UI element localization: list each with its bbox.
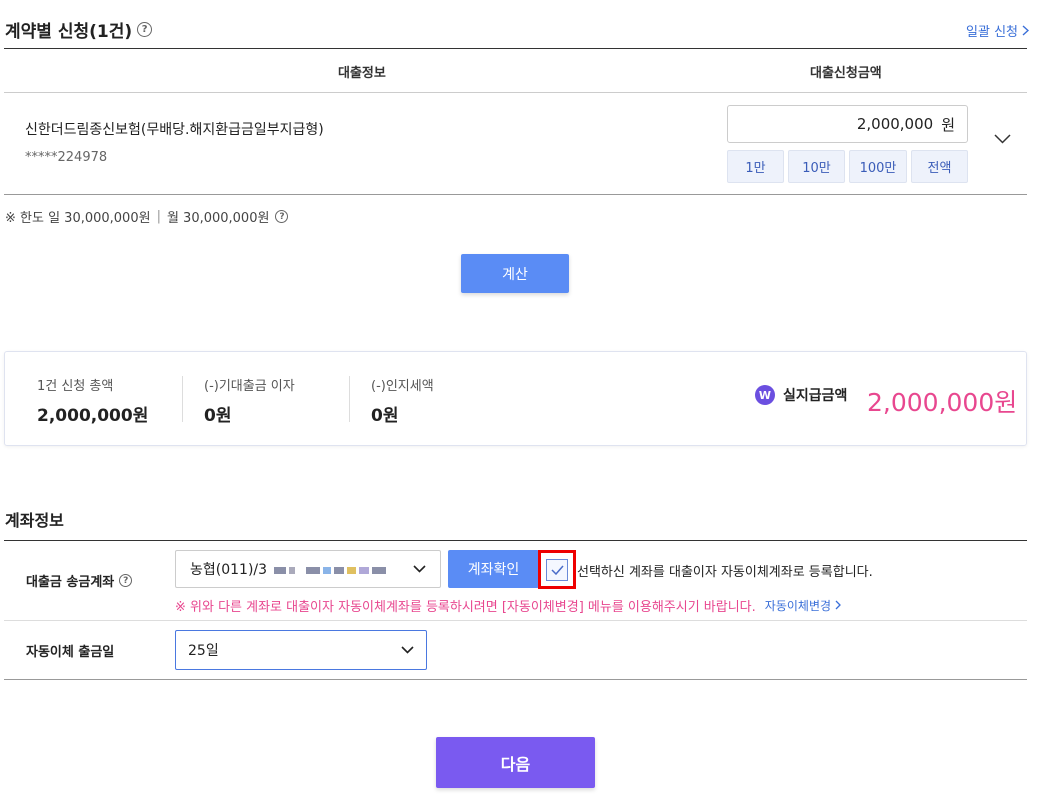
- quick-1m-button[interactable]: 100만: [849, 150, 907, 183]
- limit-note: ※ 한도 일 30,000,000원 | 월 30,000,000원 ?: [5, 207, 289, 226]
- net-payment: W 실지급금액: [755, 385, 847, 405]
- highlight-box: [538, 550, 576, 589]
- autodebit-day-value: 25일: [188, 643, 219, 659]
- total-value: 2,000,000원: [37, 406, 149, 426]
- bulk-apply-label: 일괄 신청: [966, 25, 1018, 40]
- stamp-tax-label: (-)인지세액: [371, 379, 434, 394]
- account-select[interactable]: 농협(011)/3: [175, 550, 441, 588]
- chevron-right-icon: [835, 600, 841, 610]
- transfer-account-label: 대출금 송금계좌 ?: [26, 571, 133, 590]
- autodebit-day-select[interactable]: 25일: [175, 630, 427, 670]
- limit-monthly: 월 30,000,000원: [166, 211, 270, 226]
- table-header-rule: [4, 92, 1027, 93]
- net-payment-value: 2,000,000원: [867, 388, 1018, 417]
- section-title-text: 계약별 신청(1건): [5, 22, 133, 42]
- net-payment-label: 실지급금액: [783, 388, 848, 404]
- help-icon[interactable]: ?: [119, 574, 133, 587]
- help-icon[interactable]: ?: [137, 22, 153, 37]
- autodebit-checkbox-label: 선택하신 계좌를 대출이자 자동이체계좌로 등록합니다.: [577, 565, 873, 580]
- loan-amount-input[interactable]: 2,000,000 원: [727, 105, 968, 143]
- quick-100k-button[interactable]: 10만: [788, 150, 845, 183]
- verify-account-button[interactable]: 계좌확인: [448, 550, 539, 588]
- table-top-rule: [4, 48, 1027, 49]
- warning-text: ※ 위와 다른 계좌로 대출이자 자동이체계좌를 등록하시려면 [자동이체변경]…: [175, 600, 756, 615]
- loan-amount-unit: 원: [941, 115, 955, 134]
- chevron-down-icon[interactable]: [994, 134, 1011, 144]
- account-bottom-rule: [4, 679, 1027, 680]
- next-button[interactable]: 다음: [436, 737, 595, 788]
- summary-divider: [182, 376, 183, 422]
- help-icon[interactable]: ?: [275, 210, 289, 223]
- account-select-value: 농협(011)/3: [190, 559, 387, 579]
- chevron-right-icon: [1022, 25, 1029, 36]
- summary-divider: [349, 376, 350, 422]
- quick-all-button[interactable]: 전액: [911, 150, 968, 183]
- col-header-loan-info: 대출정보: [338, 66, 386, 81]
- section-title: 계약별 신청(1건) ?: [5, 17, 153, 42]
- autodebit-change-label: 자동이체변경: [764, 599, 832, 613]
- warning-note: ※ 위와 다른 계좌로 대출이자 자동이체계좌를 등록하시려면 [자동이체변경]…: [175, 596, 841, 615]
- row-divider: [4, 620, 1027, 621]
- masked-account-number: [274, 566, 387, 574]
- limit-daily: ※ 한도 일 30,000,000원: [5, 211, 151, 226]
- chevron-down-icon: [413, 565, 426, 573]
- account-top-rule: [4, 540, 1027, 541]
- total-label: 1건 신청 총액: [37, 379, 114, 394]
- account-section-title: 계좌정보: [5, 511, 64, 530]
- col-header-amount: 대출신청금액: [810, 66, 882, 81]
- won-badge-icon: W: [755, 385, 775, 405]
- bulk-apply-link[interactable]: 일괄 신청: [966, 21, 1029, 40]
- limit-separator: |: [156, 209, 161, 224]
- transfer-account-text: 대출금 송금계좌: [26, 575, 115, 590]
- product-number: *****224978: [25, 150, 108, 165]
- account-select-text: 농협(011)/3: [190, 562, 268, 578]
- autodebit-day-label: 자동이체 출금일: [26, 645, 115, 660]
- product-name: 신한더드림종신보험(무배당.해지환급금일부지급형): [25, 122, 324, 138]
- interest-value: 0원: [204, 406, 232, 426]
- stamp-tax-value: 0원: [371, 406, 399, 426]
- chevron-down-icon: [401, 646, 414, 654]
- table-bottom-rule: [4, 194, 1027, 195]
- autodebit-change-link[interactable]: 자동이체변경: [765, 597, 841, 614]
- quick-10k-button[interactable]: 1만: [727, 150, 784, 183]
- calculate-button[interactable]: 계산: [461, 254, 569, 293]
- interest-label: (-)기대출금 이자: [204, 379, 295, 394]
- loan-amount-value: 2,000,000: [856, 115, 934, 133]
